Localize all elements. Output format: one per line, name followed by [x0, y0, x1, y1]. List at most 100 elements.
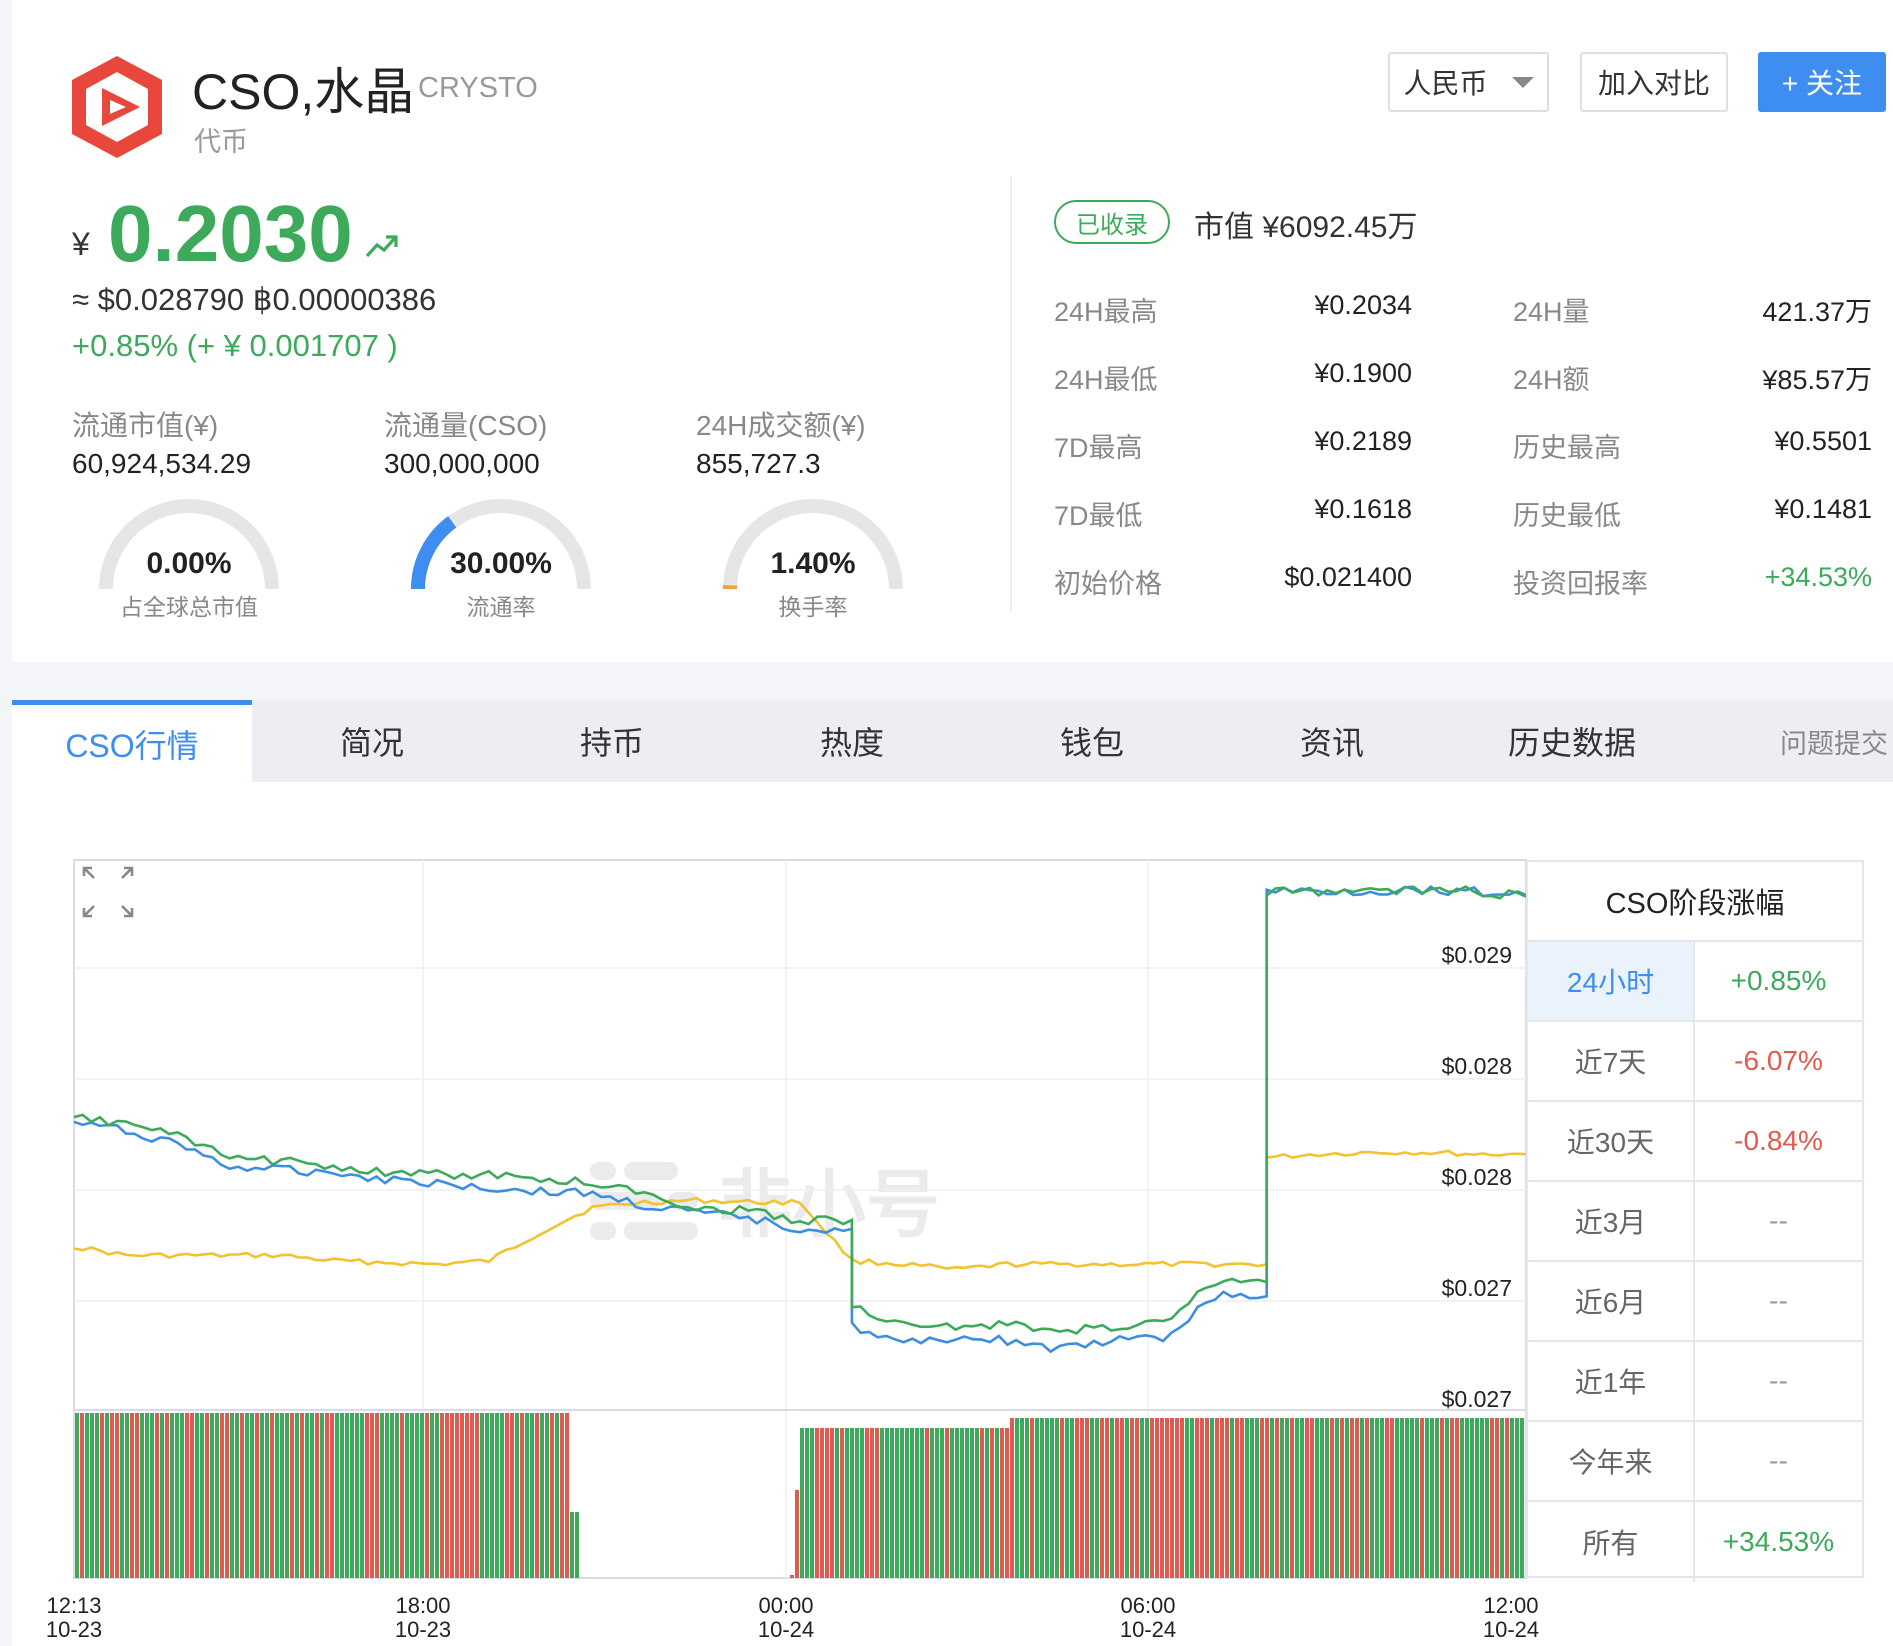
x-axis-label: 06:00 10-24 — [1098, 1594, 1198, 1642]
stage-row[interactable]: 今年来 -- — [1528, 1422, 1862, 1502]
tab-bar: CSO行情 简况 持币 热度 钱包 资讯 历史数据 问题提交 — [12, 700, 1893, 782]
coin-logo-icon — [72, 56, 162, 158]
stat-label: 24H成交额(¥) — [696, 410, 866, 441]
kv-value: ¥0.1618 — [1314, 494, 1412, 524]
listed-badge: 已收录 — [1054, 200, 1170, 244]
kv-value: ¥0.2189 — [1314, 426, 1412, 456]
tab-item[interactable]: 钱包 — [972, 700, 1212, 782]
stage-value: -- — [1769, 1445, 1788, 1476]
y-axis-label: $0.029 — [1441, 942, 1512, 968]
stage-value: -6.07% — [1734, 1045, 1823, 1076]
stage-period: 24小时 — [1528, 942, 1695, 1020]
stat-value: 855,727.3 — [696, 448, 821, 479]
kv-label: 24H量 — [1513, 297, 1590, 327]
gauge-caption: 换手率 — [778, 594, 848, 620]
stage-period: 近30天 — [1528, 1102, 1695, 1180]
x-axis-date: 10-24 — [1482, 1617, 1540, 1642]
y-axis-label: $0.028 — [1441, 1164, 1512, 1190]
stage-value: -0.84% — [1734, 1125, 1823, 1156]
x-axis-label: 12:13 10-23 — [24, 1594, 124, 1642]
stat-value: 300,000,000 — [384, 448, 540, 479]
y-axis-label: $0.027 — [1441, 1275, 1512, 1301]
stage-value: +34.53% — [1722, 1526, 1835, 1557]
tab-item[interactable]: CSO行情 — [12, 700, 252, 782]
follow-button[interactable]: + 关注 — [1758, 52, 1886, 112]
market-cap: 市值 ¥6092.45万 — [1194, 211, 1418, 244]
stage-period: 近3月 — [1528, 1182, 1695, 1260]
kv-value: 421.37万 — [1762, 297, 1872, 327]
stage-period: 近6月 — [1528, 1262, 1695, 1340]
kv-value: ¥0.5501 — [1774, 426, 1872, 456]
tab-item[interactable]: 资讯 — [1212, 700, 1452, 782]
tab-item[interactable]: 持币 — [492, 700, 732, 782]
stage-value: -- — [1769, 1365, 1788, 1396]
x-axis-label: 12:00 10-24 — [1461, 1594, 1561, 1642]
price-usd-btc: ≈ $0.028790 ฿0.00000386 — [72, 282, 437, 317]
stage-row[interactable]: 近7天 -6.07% — [1528, 1022, 1862, 1102]
kv-label: 24H最低 — [1054, 365, 1158, 395]
currency-select[interactable]: 人民币 — [1388, 52, 1549, 112]
price-currency-symbol: ¥ — [72, 226, 90, 262]
watermark-logo: 非小号 — [590, 1162, 940, 1246]
tab-item[interactable]: 问题提交 — [1780, 700, 1893, 782]
stat-label: 流通市值(¥) — [72, 410, 219, 441]
kv-label: 7D最高 — [1054, 433, 1143, 463]
kv-value: ¥0.2034 — [1314, 290, 1412, 320]
x-axis-date: 10-24 — [757, 1617, 815, 1642]
x-axis-date: 10-24 — [1119, 1617, 1177, 1642]
kv-value: $0.021400 — [1284, 562, 1412, 592]
stage-value: +0.85% — [1730, 965, 1827, 996]
stage-value: -- — [1769, 1205, 1788, 1236]
coin-subtitle: CRYSTO — [418, 72, 538, 104]
price-value: 0.2030 — [108, 189, 353, 278]
expand-icon[interactable] — [80, 864, 136, 920]
kv-label: 7D最低 — [1054, 501, 1143, 531]
trend-up-icon — [365, 235, 398, 258]
x-axis-date: 10-23 — [45, 1617, 103, 1642]
x-axis-time: 06:00 — [1120, 1593, 1176, 1618]
stat-label: 流通量(CSO) — [384, 410, 548, 441]
stage-period: 所有 — [1528, 1502, 1695, 1582]
kv-value: ¥0.1900 — [1314, 358, 1412, 388]
stage-row[interactable]: 近1年 -- — [1528, 1342, 1862, 1422]
divider — [1010, 176, 1012, 612]
currency-select-label: 人民币 — [1403, 68, 1488, 99]
stage-row[interactable]: 近3月 -- — [1528, 1182, 1862, 1262]
stage-row[interactable]: 所有 +34.53% — [1528, 1502, 1862, 1582]
stage-row[interactable]: 近30天 -0.84% — [1528, 1102, 1862, 1182]
kv-value: +34.53% — [1764, 562, 1872, 592]
kv-value: ¥85.57万 — [1762, 365, 1872, 395]
stage-value: -- — [1769, 1285, 1788, 1316]
stage-row[interactable]: 近6月 -- — [1528, 1262, 1862, 1342]
kv-label: 初始价格 — [1054, 569, 1162, 599]
stage-change-table: CSO阶段涨幅 24小时 +0.85% 近7天 -6.07% 近30天 -0.84% 近3月… — [1526, 860, 1864, 1582]
x-axis-time: 00:00 — [758, 1593, 814, 1618]
y-axis-label: $0.027 — [1441, 1386, 1512, 1412]
kv-label: 历史最低 — [1513, 501, 1621, 531]
x-axis-time: 18:00 — [395, 1593, 451, 1618]
stage-period: 今年来 — [1528, 1422, 1695, 1500]
stage-period: 近1年 — [1528, 1342, 1695, 1420]
stage-period: 近7天 — [1528, 1022, 1695, 1100]
tab-item[interactable]: 简况 — [252, 700, 492, 782]
price-change: +0.85% (+ ¥ 0.001707 ) — [72, 328, 398, 363]
kv-value: ¥0.1481 — [1774, 494, 1872, 524]
coin-name: CSO,水晶 — [192, 64, 415, 120]
stage-table-title: CSO阶段涨幅 — [1528, 862, 1862, 942]
stage-row[interactable]: 24小时 +0.85% — [1528, 942, 1862, 1022]
kv-label: 历史最高 — [1513, 433, 1621, 463]
tab-item[interactable]: 热度 — [732, 700, 972, 782]
tab-item[interactable]: 历史数据 — [1452, 700, 1692, 782]
gauge-caption: 占全球总市值 — [120, 594, 258, 620]
kv-label: 24H额 — [1513, 365, 1590, 395]
watermark-text: 非小号 — [718, 1162, 940, 1246]
stat-value: 60,924,534.29 — [72, 448, 252, 479]
gauge-caption: 流通率 — [466, 594, 536, 620]
add-compare-button[interactable]: 加入对比 — [1580, 52, 1728, 112]
y-axis-label: $0.028 — [1441, 1053, 1512, 1079]
coin-type: 代币 — [194, 127, 248, 157]
gauge-percent: 1.40% — [770, 547, 856, 580]
x-axis-time: 12:13 — [46, 1593, 102, 1618]
x-axis-label: 18:00 10-23 — [373, 1594, 473, 1642]
kv-label: 投资回报率 — [1513, 569, 1648, 599]
